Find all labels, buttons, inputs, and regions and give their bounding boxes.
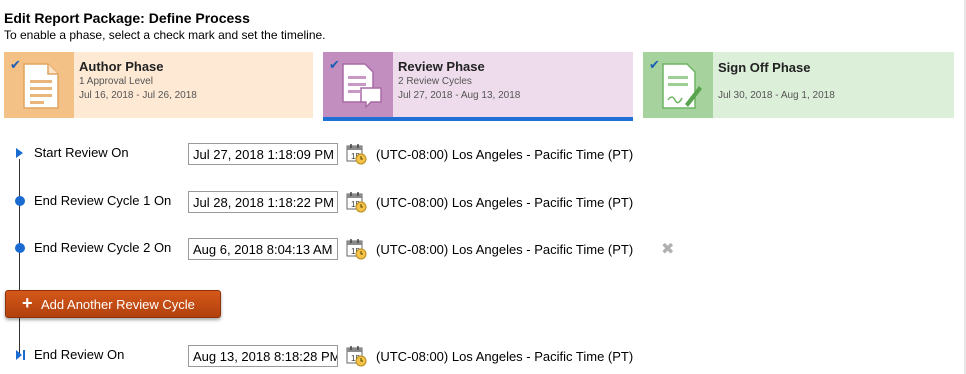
start-review-label: Start Review On [34, 145, 129, 160]
add-review-cycle-label: Add Another Review Cycle [41, 297, 195, 312]
document-icon [23, 63, 59, 109]
timezone-label: (UTC-08:00) Los Angeles - Pacific Time (… [376, 349, 634, 364]
start-review-datetime-input[interactable] [188, 143, 338, 165]
phase-card-review[interactable]: ✔ Review Phase 2 Review Cycles Jul 27, 2… [323, 52, 633, 121]
selected-phase-indicator [323, 117, 633, 121]
calendar-clock-icon[interactable]: 15 [345, 191, 367, 218]
end-review-datetime-input[interactable] [188, 345, 338, 367]
plus-icon: + [22, 293, 33, 313]
phase-detail: 1 Approval Level [79, 76, 153, 87]
phase-name: Sign Off Phase [718, 60, 811, 75]
end-review-label: End Review On [34, 347, 125, 362]
phase-dates: Jul 16, 2018 - Jul 26, 2018 [79, 90, 197, 101]
author-phase-checkmark[interactable]: ✔ [10, 57, 21, 73]
timezone-label: (UTC-08:00) Los Angeles - Pacific Time (… [376, 147, 634, 162]
timezone-label: (UTC-08:00) Los Angeles - Pacific Time (… [376, 195, 634, 210]
end-review-cycle-2-datetime-input[interactable] [188, 238, 338, 260]
add-review-cycle-button[interactable]: + Add Another Review Cycle [5, 290, 221, 318]
timeline-end-marker [16, 350, 25, 360]
calendar-clock-icon[interactable]: 15 [345, 345, 367, 372]
phase-dates: Jul 30, 2018 - Aug 1, 2018 [718, 90, 835, 101]
review-phase-checkmark[interactable]: ✔ [329, 57, 340, 73]
phase-name: Review Phase [398, 59, 485, 74]
timeline-cycle-marker [15, 196, 25, 206]
remove-cycle-icon[interactable]: ✖ [661, 242, 674, 258]
end-review-cycle-1-datetime-input[interactable] [188, 191, 338, 213]
review-document-icon [342, 63, 382, 109]
end-review-cycle-2-label: End Review Cycle 2 On [34, 240, 172, 255]
signoff-phase-checkmark[interactable]: ✔ [649, 57, 660, 73]
author-phase-icon-box: ✔ [4, 52, 74, 118]
timeline-start-marker [16, 148, 23, 158]
signoff-phase-icon-box: ✔ [643, 52, 713, 118]
calendar-clock-icon[interactable]: 15 [345, 238, 367, 265]
phase-dates: Jul 27, 2018 - Aug 13, 2018 [398, 90, 521, 101]
end-review-cycle-1-label: End Review Cycle 1 On [34, 193, 172, 208]
page-title: Edit Report Package: Define Process [4, 10, 250, 26]
timezone-label: (UTC-08:00) Los Angeles - Pacific Time (… [376, 242, 634, 257]
signed-document-icon [662, 63, 702, 109]
phase-name: Author Phase [79, 59, 164, 74]
review-phase-icon-box: ✔ [323, 52, 393, 118]
phase-detail: 2 Review Cycles [398, 76, 472, 87]
phase-card-signoff[interactable]: ✔ Sign Off Phase Jul 30, 2018 - Aug 1, 2… [643, 52, 954, 118]
phase-card-author[interactable]: ✔ Author Phase 1 Approval Level Jul 16, … [4, 52, 313, 118]
page-instructions: To enable a phase, select a check mark a… [4, 28, 326, 42]
timeline-cycle-marker [15, 243, 25, 253]
calendar-clock-icon[interactable]: 15 [345, 143, 367, 170]
timeline-line [19, 159, 20, 355]
